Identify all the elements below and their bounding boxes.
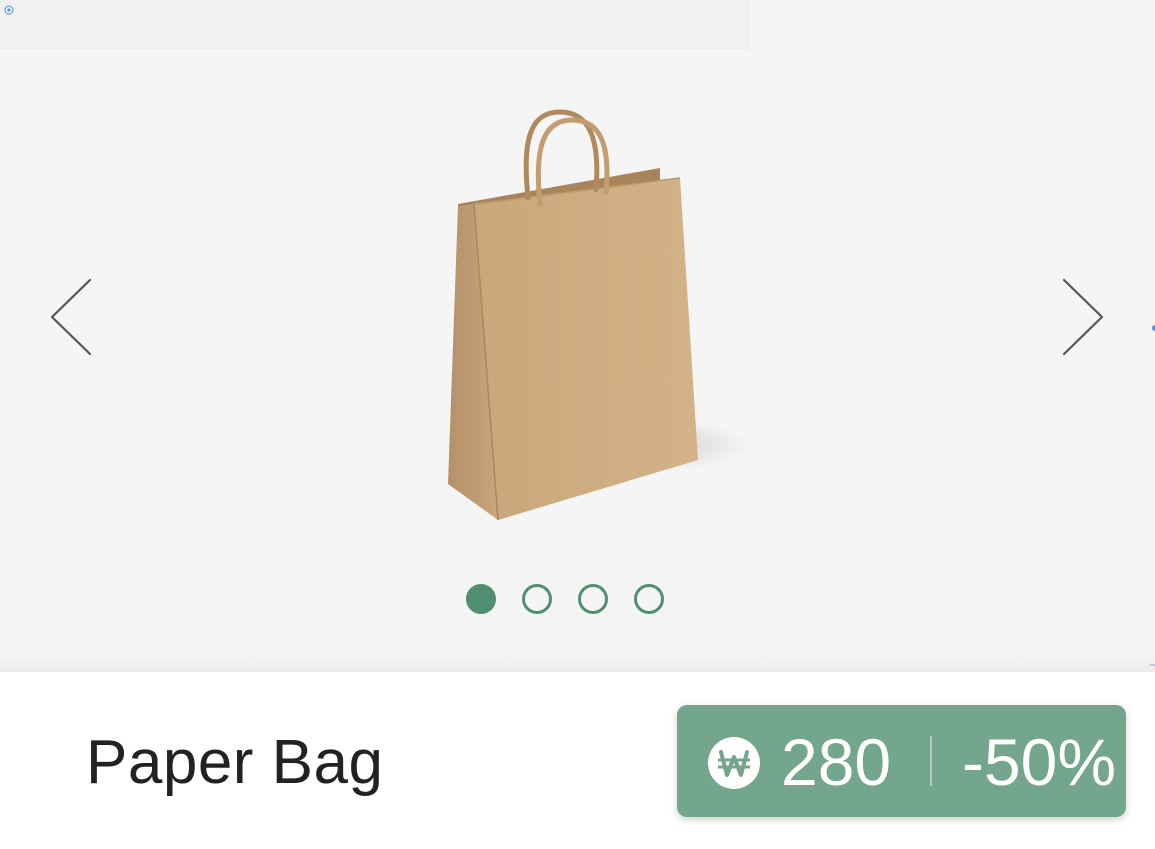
carousel-indicators (466, 584, 664, 614)
won-currency-icon (708, 737, 760, 789)
next-slide-button[interactable] (1052, 270, 1112, 365)
chevron-left-icon (50, 278, 92, 356)
carousel-dot-4[interactable] (634, 584, 664, 614)
target-icon (4, 0, 14, 15)
previous-slide-button[interactable] (40, 270, 100, 365)
carousel-dot-1[interactable] (466, 584, 496, 614)
price-divider (930, 736, 932, 786)
top-strip (0, 0, 750, 49)
product-image-carousel (0, 0, 1155, 672)
price-amount: 280 (781, 725, 892, 799)
product-title: Paper Bag (86, 728, 384, 797)
price-badge: 280 -50% (677, 705, 1126, 817)
carousel-dot-2[interactable] (522, 584, 552, 614)
carousel-dot-3[interactable] (578, 584, 608, 614)
paper-bag-image (410, 100, 770, 530)
edge-marker-icon (1150, 654, 1155, 666)
discount-label: -50% (962, 725, 1117, 799)
edge-marker-icon (1150, 317, 1155, 331)
chevron-right-icon (1062, 278, 1104, 356)
